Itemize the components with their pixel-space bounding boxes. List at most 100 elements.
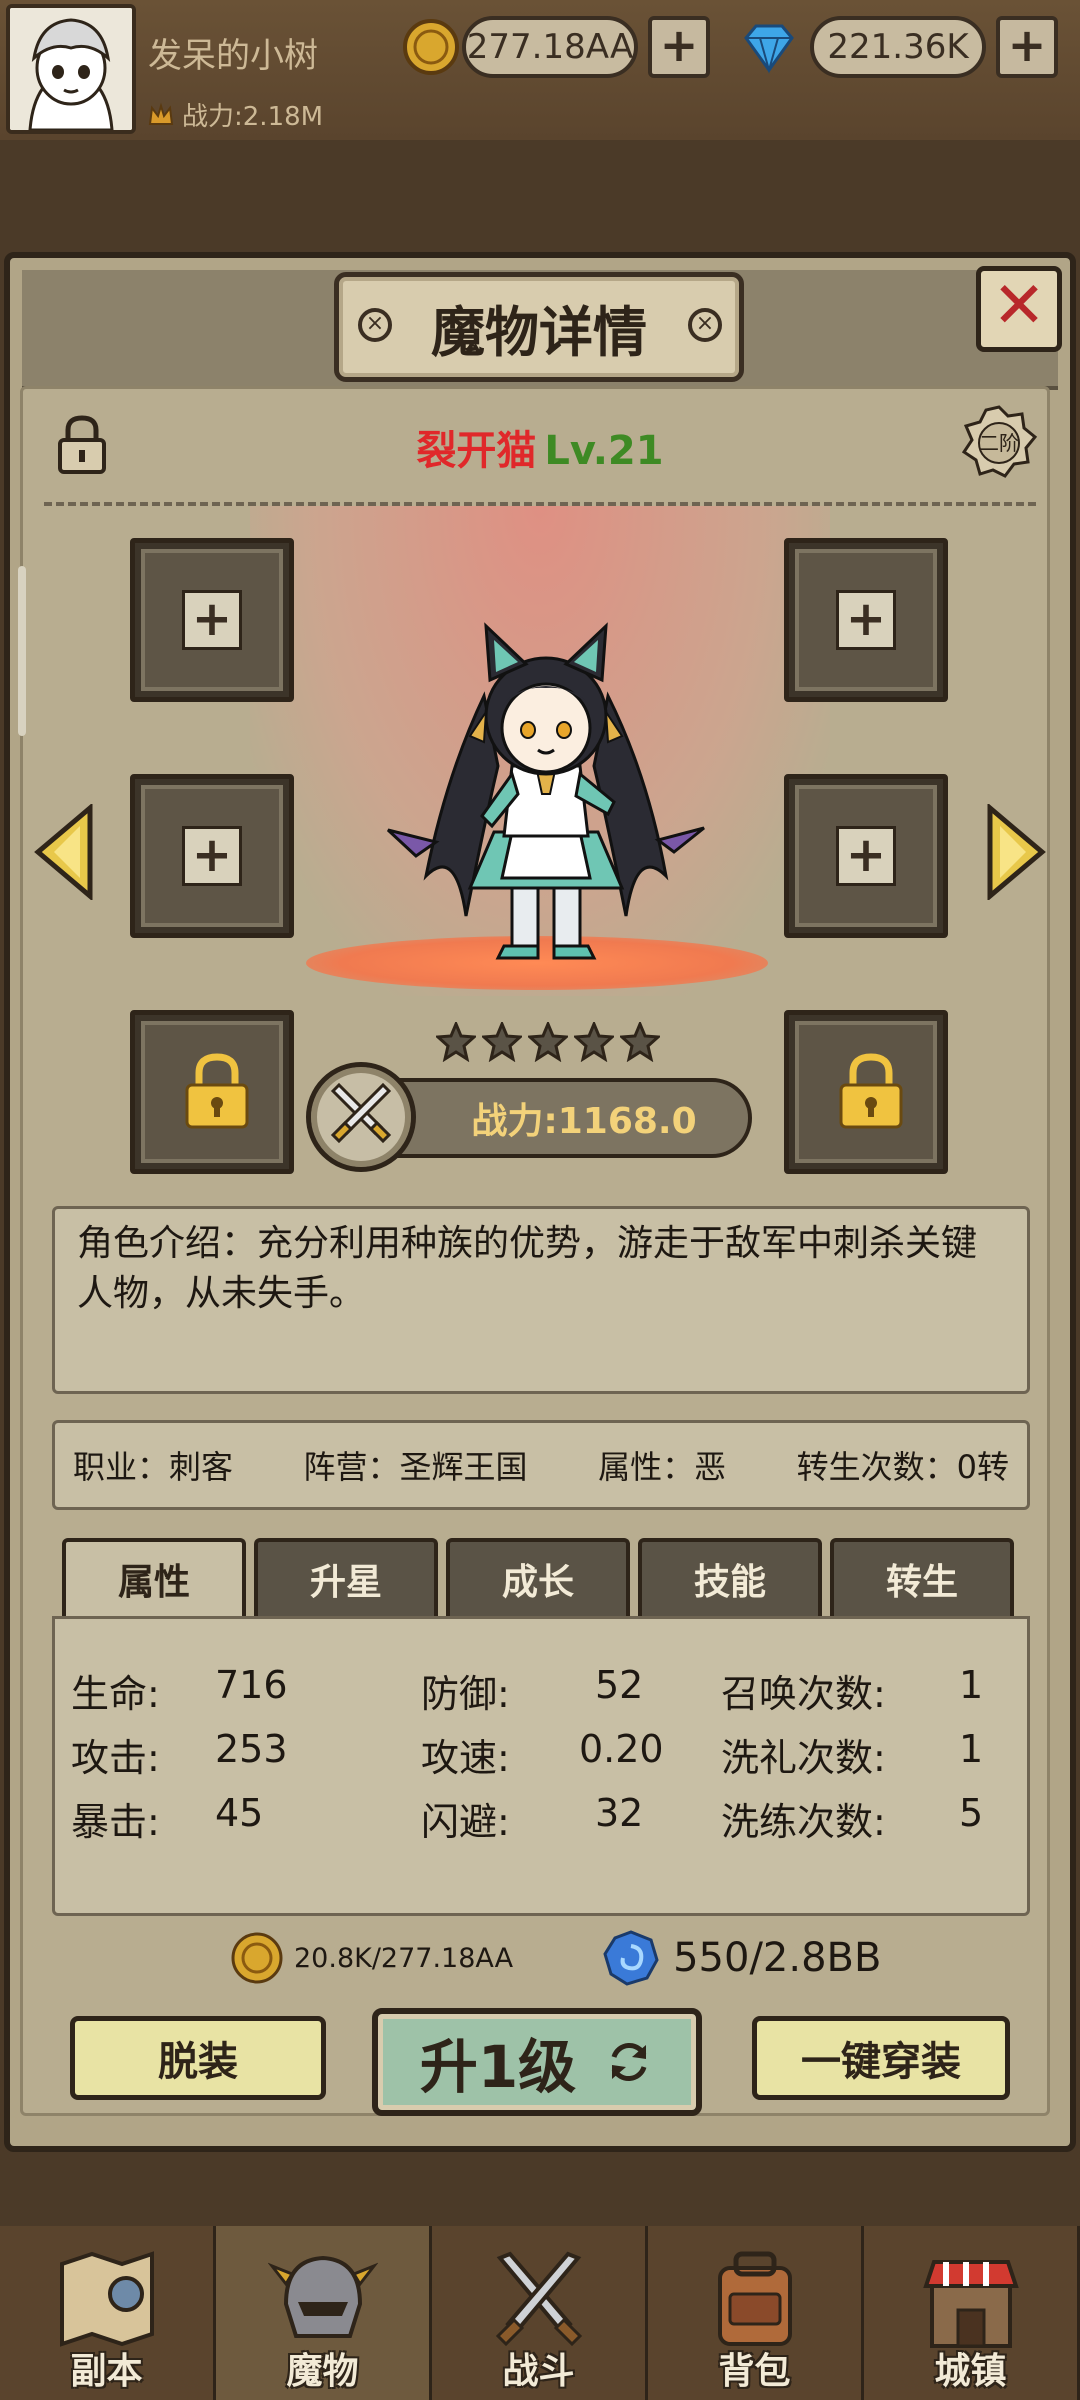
power-crown-icon: [148, 102, 174, 125]
equip-slot-locked-1[interactable]: [130, 1010, 294, 1174]
upgrade-level-button[interactable]: 升1级: [372, 2008, 702, 2116]
town-icon: [922, 2260, 1019, 2348]
gold-amount: 277.18AA: [462, 16, 638, 78]
star-rating: [436, 1022, 660, 1062]
nav-label: 城镇: [934, 2351, 1007, 2392]
monster-level: Lv.21: [544, 428, 664, 474]
add-equipment-icon: +: [182, 826, 242, 886]
equip-slot-locked-2[interactable]: [784, 1010, 948, 1174]
star-icon: [574, 1022, 614, 1062]
gold-lock-icon: [839, 1053, 903, 1129]
stat-baptism-value: 1: [959, 1727, 984, 1771]
title-right-ornament-icon: ×: [688, 308, 722, 342]
stat-dodge-value: 32: [595, 1791, 644, 1835]
refresh-icon: [611, 2043, 647, 2081]
stat-atk-label: 攻击:: [71, 1736, 160, 1780]
add-gem-button[interactable]: +: [996, 16, 1058, 78]
nav-backpack[interactable]: 背包: [648, 2226, 864, 2400]
avatar-portrait-icon: [10, 8, 132, 130]
tier-badge: 二阶: [960, 404, 1038, 482]
bottom-navigation: 副本 魔物 战斗 背包 城镇: [0, 2226, 1080, 2400]
equip-slot-4[interactable]: +: [784, 774, 948, 938]
rebirth-label: 转生次数：0转: [796, 1448, 1009, 1486]
crossed-swords-icon: [330, 1082, 392, 1144]
nav-label: 战斗: [502, 2351, 575, 2392]
power-emblem: [306, 1062, 416, 1172]
equip-slot-1[interactable]: +: [130, 538, 294, 702]
stat-hp-label: 生命:: [71, 1672, 160, 1716]
add-equipment-icon: +: [182, 590, 242, 650]
diamond-icon: [744, 24, 794, 74]
dialog-title: 魔物详情: [334, 272, 744, 382]
upgrade-label: 升1级: [419, 2033, 577, 2101]
stat-summon-label: 召唤次数:: [721, 1672, 886, 1716]
stats-panel: 生命: 716 攻击: 253 暴击: 45 防御: 52 攻速: 0.20 闪…: [52, 1616, 1030, 1916]
next-monster-arrow-icon[interactable]: [986, 804, 1046, 900]
stat-summon-value: 1: [959, 1663, 984, 1707]
equip-slot-3[interactable]: +: [130, 774, 294, 938]
equip-all-button[interactable]: 一键穿装: [752, 2016, 1010, 2100]
star-icon: [436, 1022, 476, 1062]
detail-tabs: 属性 升星 成长 技能 转生: [62, 1538, 1014, 1616]
stat-atk-value: 253: [215, 1727, 288, 1771]
monster-description: 角色介绍：充分利用种族的优势，游走于敌军中刺杀关键人物，从未失手。: [52, 1206, 1030, 1394]
star-icon: [482, 1022, 522, 1062]
player-avatar[interactable]: [6, 4, 136, 134]
unequip-button[interactable]: 脱装: [70, 2016, 326, 2100]
stat-def-value: 52: [595, 1663, 644, 1707]
nav-label: 副本: [70, 2351, 143, 2392]
stat-refine-label: 洗练次数:: [721, 1800, 886, 1844]
essence-orb-icon: [603, 1930, 659, 1986]
top-bar: 发呆的小树 战力:2.18M 277.18AA + 221.36K +: [0, 0, 1080, 140]
tier-label: 二阶: [979, 431, 1019, 455]
nav-monster[interactable]: 魔物: [216, 2226, 432, 2400]
gold-coin-icon: [403, 19, 459, 75]
nav-town[interactable]: 城镇: [864, 2226, 1080, 2400]
player-power-value: 战力:2.18M: [182, 102, 324, 132]
upgrade-cost: 20.8K/277.18AA 550/2.8BB: [230, 1930, 881, 1986]
gold-coin-icon: [231, 1932, 283, 1984]
tab-skills[interactable]: 技能: [638, 1538, 822, 1616]
tab-growth[interactable]: 成长: [446, 1538, 630, 1616]
tab-rebirth[interactable]: 转生: [830, 1538, 1014, 1616]
scroll-indicator: [18, 566, 26, 736]
monster-info-row: 职业：刺客 阵营：圣辉王国 属性：恶 转生次数：0转: [52, 1420, 1030, 1510]
player-name: 发呆的小树: [148, 36, 318, 76]
stat-crit-label: 暴击:: [71, 1800, 160, 1844]
tab-star-up[interactable]: 升星: [254, 1538, 438, 1616]
gem-amount: 221.36K: [810, 16, 986, 78]
job-label: 职业：刺客: [73, 1448, 234, 1486]
add-gold-button[interactable]: +: [648, 16, 710, 78]
backpack-icon: [717, 2251, 792, 2346]
equip-slot-2[interactable]: +: [784, 538, 948, 702]
nav-battle[interactable]: 战斗: [432, 2226, 648, 2400]
title-left-ornament-icon: ×: [358, 308, 392, 342]
nav-label: 背包: [718, 2351, 791, 2392]
close-button[interactable]: ✕: [976, 266, 1062, 352]
add-equipment-icon: +: [836, 590, 896, 650]
gold-lock-icon: [185, 1053, 249, 1129]
stat-spd-value: 0.20: [579, 1727, 664, 1771]
nav-label: 魔物: [286, 2351, 359, 2392]
map-icon: [59, 2251, 154, 2347]
essence-cost: 550/2.8BB: [673, 1935, 882, 1981]
star-icon: [620, 1022, 660, 1062]
monster-title: 裂开猫 Lv.21: [0, 418, 1080, 476]
star-icon: [528, 1022, 568, 1062]
previous-monster-arrow-icon[interactable]: [34, 804, 94, 900]
add-equipment-icon: +: [836, 826, 896, 886]
faction-label: 阵营：圣辉王国: [303, 1448, 528, 1486]
monster-helmet-icon: [267, 2255, 378, 2338]
attribute-label: 属性：恶: [598, 1448, 727, 1486]
tab-attributes[interactable]: 属性: [62, 1538, 246, 1616]
gold-cost: 20.8K/277.18AA: [294, 1942, 514, 1974]
stat-hp-value: 716: [215, 1663, 288, 1707]
stat-baptism-label: 洗礼次数:: [721, 1736, 886, 1780]
monster-power: 战力:1168.0: [376, 1078, 752, 1158]
stat-spd-label: 攻速:: [421, 1736, 510, 1780]
player-power: 战力:2.18M: [148, 96, 323, 133]
stat-refine-value: 5: [959, 1791, 984, 1835]
crossed-swords-icon: [495, 2251, 582, 2347]
stat-crit-value: 45: [215, 1791, 264, 1835]
nav-dungeon[interactable]: 副本: [0, 2226, 216, 2400]
